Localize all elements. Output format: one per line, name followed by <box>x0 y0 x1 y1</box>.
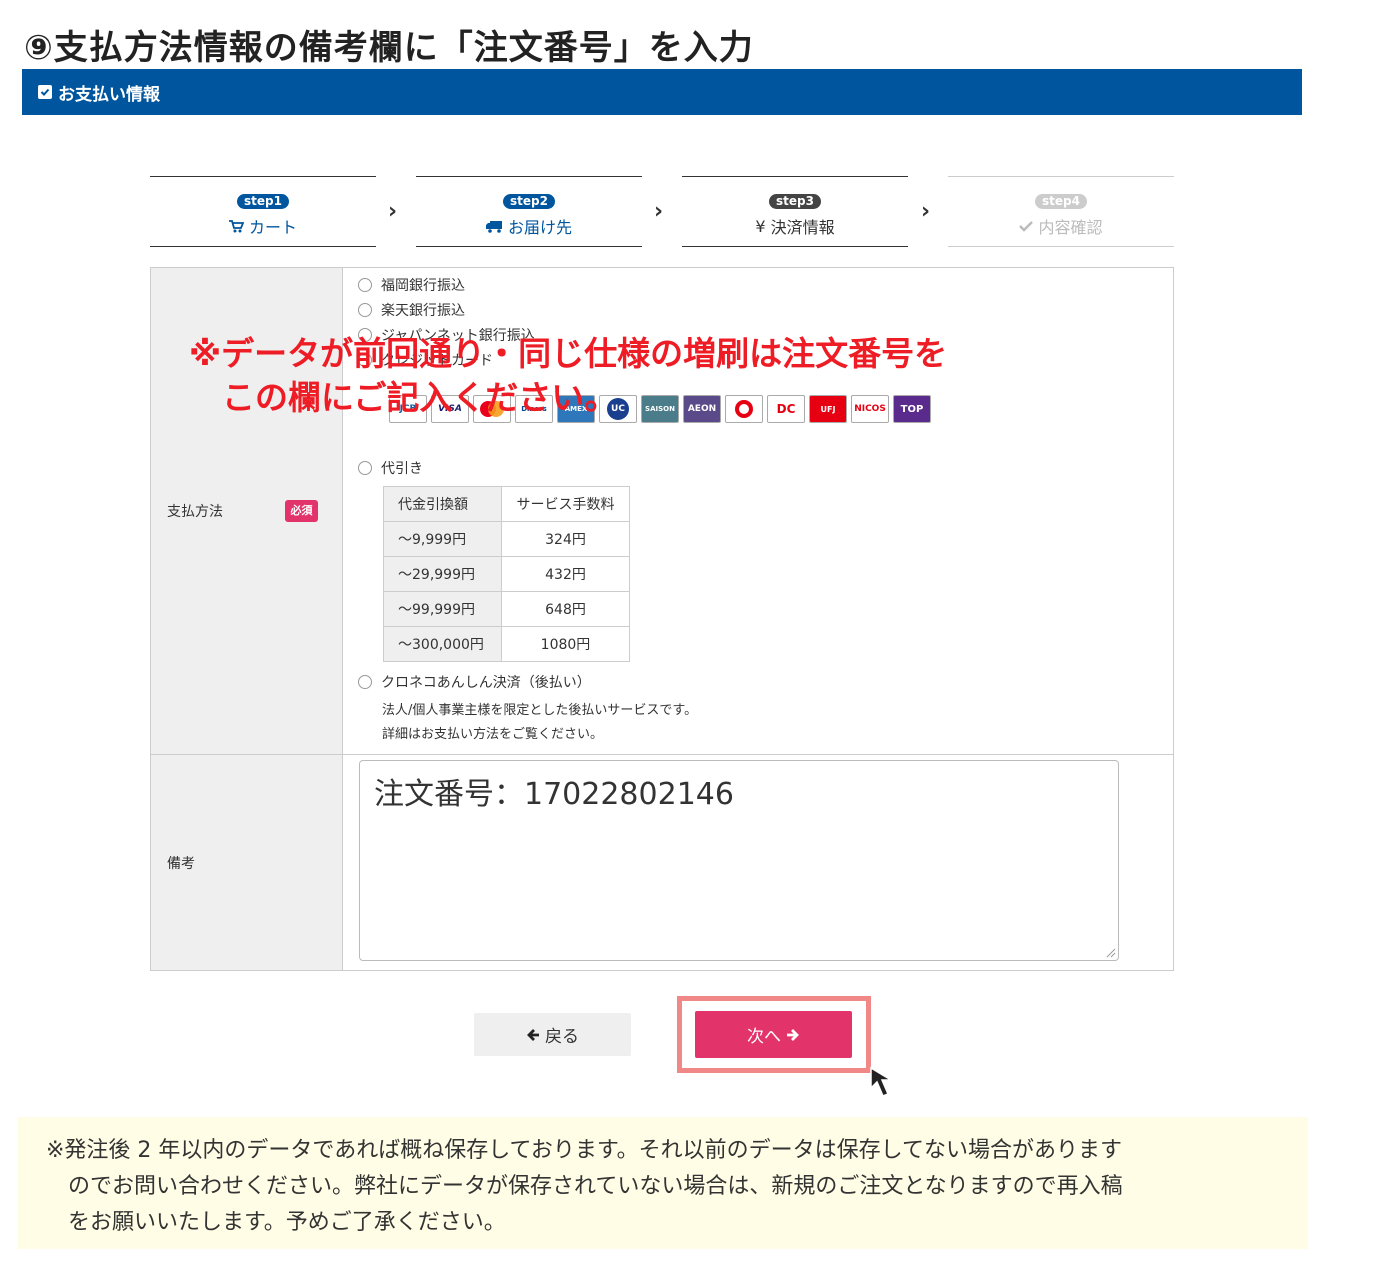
step-label: 決済情報 <box>770 218 835 237</box>
table-cell: 648円 <box>501 591 630 627</box>
page-title: ⑨支払方法情報の備考欄に「注文番号」を入力 <box>24 28 754 68</box>
payment-option-rakuten-bank[interactable]: 楽天銀行振込 <box>358 300 465 320</box>
option-label: 楽天銀行振込 <box>381 303 465 319</box>
step-badge: step2 <box>503 194 555 209</box>
table-row: 〜29,999円 432円 <box>383 556 630 592</box>
step-delivery[interactable]: step2 お届け先 <box>416 176 642 247</box>
payment-option-kuroneko[interactable]: クロネコあんしん決済（後払い） <box>358 672 591 692</box>
radio-button[interactable] <box>358 278 372 292</box>
chevron-right-icon: › <box>654 199 664 224</box>
table-header: サービス手数料 <box>501 486 630 522</box>
table-cell: 432円 <box>501 556 630 592</box>
option-label: 代引き <box>381 461 423 477</box>
table-cell: 〜99,999円 <box>383 591 502 627</box>
step-label: カート <box>248 218 297 237</box>
kuroneko-note: 法人/個人事業主様を限定とした後払いサービスです。 <box>382 703 698 718</box>
remarks-label-cell: 備考 <box>151 754 343 970</box>
step-confirm: step4 内容確認 <box>948 176 1174 247</box>
back-label: 戻る <box>545 1027 579 1047</box>
remarks-label: 備考 <box>167 856 195 872</box>
required-badge: 必須 <box>285 500 318 522</box>
option-label: 福岡銀行振込 <box>381 278 465 294</box>
payment-method-label: 支払方法 <box>167 504 223 520</box>
table-row: 〜300,000円 1080円 <box>383 626 630 662</box>
remarks-annotation: ※データが前回通り・同じ仕様の増刷は注文番号を この欄にご記入ください。 <box>189 334 948 417</box>
step-label: お届け先 <box>507 218 572 237</box>
next-button[interactable]: 次へ <box>695 1011 852 1058</box>
mouse-pointer-icon <box>870 1066 894 1097</box>
table-cell: 1080円 <box>501 626 630 662</box>
table-cell: 〜300,000円 <box>383 626 502 662</box>
table-header: 代金引換額 <box>383 486 502 522</box>
step-badge: step1 <box>237 194 289 209</box>
arrow-left-icon <box>527 1028 539 1041</box>
checkbox-icon <box>38 85 52 99</box>
step-cart[interactable]: step1 カート <box>150 176 376 247</box>
option-label: クロネコあんしん決済（後払い） <box>381 675 591 691</box>
radio-button[interactable] <box>358 303 372 317</box>
step-label: 内容確認 <box>1038 218 1103 237</box>
next-label: 次へ <box>747 1027 781 1047</box>
step-payment[interactable]: step3 ¥ 決済情報 <box>682 176 908 247</box>
table-cell: 〜29,999円 <box>383 556 502 592</box>
radio-button[interactable] <box>358 675 372 689</box>
section-title: お支払い情報 <box>58 84 160 105</box>
row-divider <box>343 754 1173 755</box>
back-button[interactable]: 戻る <box>474 1013 631 1056</box>
table-row: 〜9,999円 324円 <box>383 521 630 557</box>
remarks-value: 注文番号：17022802146 <box>374 777 734 812</box>
table-header-row: 代金引換額 サービス手数料 <box>383 486 630 522</box>
table-cell: 324円 <box>501 521 630 557</box>
cart-icon <box>228 219 244 232</box>
payment-form: 支払方法 必須 備考 福岡銀行振込 楽天銀行振込 ジャパンネット銀行振込 クレジ… <box>150 267 1174 971</box>
cod-fee-table: 代金引換額 サービス手数料 〜9,999円 324円 〜29,999円 432円… <box>383 486 630 662</box>
truck-icon <box>485 220 502 233</box>
kuroneko-note: 詳細はお支払い方法をご覧ください。 <box>382 727 604 742</box>
step-badge: step4 <box>1035 194 1087 209</box>
table-cell: 〜9,999円 <box>383 521 502 557</box>
payment-option-cod[interactable]: 代引き <box>358 458 423 478</box>
payment-option-fukuoka-bank[interactable]: 福岡銀行振込 <box>358 275 465 295</box>
table-row: 〜99,999円 648円 <box>383 591 630 627</box>
check-icon <box>1019 221 1034 232</box>
notice-text: ※発注後 2 年以内のデータであれば概ね保存しております。それ以前のデータは保存… <box>46 1138 1123 1235</box>
arrow-right-icon <box>787 1028 799 1041</box>
radio-button[interactable] <box>358 461 372 475</box>
yen-icon: ¥ <box>755 216 766 236</box>
section-header: お支払い情報 <box>22 69 1302 115</box>
step-badge: step3 <box>769 194 821 209</box>
chevron-right-icon: › <box>921 199 931 224</box>
notice-box: ※発注後 2 年以内のデータであれば概ね保存しております。それ以前のデータは保存… <box>18 1117 1308 1249</box>
chevron-right-icon: › <box>388 199 398 224</box>
remarks-textarea[interactable]: 注文番号：17022802146 <box>359 760 1119 961</box>
resize-handle-icon[interactable] <box>1106 948 1116 958</box>
